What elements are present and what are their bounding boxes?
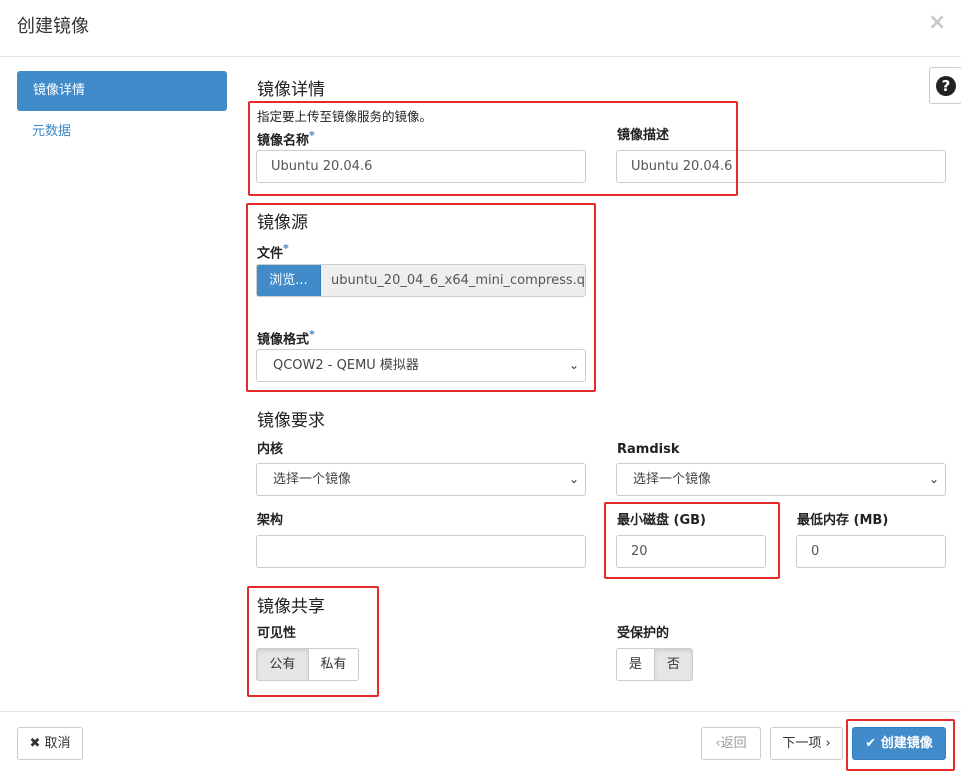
image-description-label: 镜像描述 (617, 128, 670, 143)
file-label: 文件* (257, 242, 289, 262)
create-image-button[interactable]: ✔ 创建镜像 (852, 727, 946, 760)
footer-divider (0, 711, 961, 712)
required-mark: * (283, 242, 289, 255)
required-mark: * (309, 129, 315, 142)
cancel-button[interactable]: ✖ 取消 (17, 727, 83, 760)
details-heading: 镜像详情 (257, 80, 325, 100)
close-icon[interactable]: × (928, 10, 946, 36)
sharing-heading: 镜像共享 (257, 597, 325, 617)
architecture-input[interactable] (256, 535, 586, 568)
browse-button[interactable]: 浏览... (257, 265, 321, 296)
min-disk-input[interactable]: 20 (616, 535, 766, 568)
sidebar-item-image-details[interactable]: 镜像详情 (17, 71, 227, 111)
check-icon: ✔ (865, 736, 877, 751)
ramdisk-label: Ramdisk (617, 442, 680, 457)
image-format-value: QCOW2 - QEMU 模拟器 (273, 358, 419, 373)
min-ram-input[interactable]: 0 (796, 535, 946, 568)
min-ram-label: 最低内存 (MB) (797, 513, 889, 528)
chevron-right-icon: › (821, 736, 831, 751)
protected-label: 受保护的 (617, 626, 670, 641)
image-format-select[interactable]: QCOW2 - QEMU 模拟器 ⌄ (256, 349, 586, 382)
details-hint: 指定要上传至镜像服务的镜像。 (257, 109, 433, 124)
header-divider (0, 56, 961, 57)
image-description-input[interactable]: Ubuntu 20.04.6 (616, 150, 946, 183)
help-button[interactable]: ? (929, 67, 961, 104)
file-name: ubuntu_20_04_6_x64_mini_compress.qcow2 (331, 273, 586, 288)
visibility-private-button[interactable]: 私有 (308, 648, 359, 681)
source-heading: 镜像源 (257, 213, 308, 233)
protected-yes-button[interactable]: 是 (616, 648, 655, 681)
kernel-value: 选择一个镜像 (273, 472, 352, 487)
required-mark: * (309, 328, 315, 341)
ramdisk-select[interactable]: 选择一个镜像 ⌄ (616, 463, 946, 496)
image-name-label: 镜像名称* (257, 129, 315, 149)
architecture-label: 架构 (257, 513, 284, 528)
modal-title: 创建镜像 (17, 16, 89, 37)
visibility-public-button[interactable]: 公有 (256, 648, 309, 681)
kernel-label: 内核 (257, 442, 284, 457)
chevron-down-icon: ⌄ (568, 472, 579, 486)
close-icon: ✖ (29, 736, 41, 751)
min-disk-label: 最小磁盘 (GB) (617, 513, 706, 528)
requirements-heading: 镜像要求 (257, 411, 325, 431)
sidebar-item-metadata[interactable]: 元数据 (32, 123, 71, 141)
ramdisk-value: 选择一个镜像 (633, 472, 712, 487)
protected-no-button[interactable]: 否 (654, 648, 693, 681)
chevron-down-icon: ⌄ (568, 358, 579, 372)
kernel-select[interactable]: 选择一个镜像 ⌄ (256, 463, 586, 496)
next-button[interactable]: 下一项 › (770, 727, 843, 760)
image-format-label: 镜像格式* (257, 328, 315, 348)
help-icon: ? (936, 76, 956, 96)
back-button[interactable]: ‹返回 (701, 727, 761, 760)
image-name-input[interactable]: Ubuntu 20.04.6 (256, 150, 586, 183)
chevron-down-icon: ⌄ (928, 472, 939, 486)
file-picker[interactable]: 浏览... ubuntu_20_04_6_x64_mini_compress.q… (256, 264, 586, 297)
visibility-label: 可见性 (257, 626, 297, 641)
